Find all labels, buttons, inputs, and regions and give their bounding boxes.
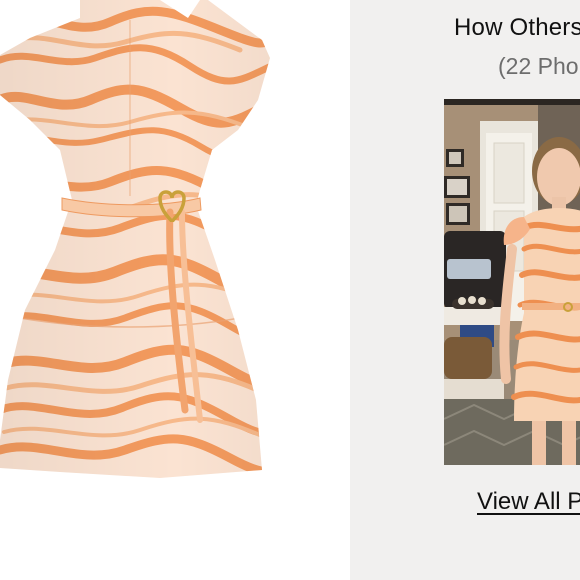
customer-photo[interactable]	[444, 99, 580, 465]
view-all-photos-link[interactable]: View All P	[477, 488, 580, 516]
product-dress-image[interactable]	[0, 0, 350, 580]
product-image-panel	[0, 0, 350, 580]
customer-photos-title: How Others	[454, 14, 580, 41]
photo-count: (22 Pho	[498, 53, 579, 79]
customer-photos-panel: How Others (22 Pho View All P	[350, 0, 580, 580]
